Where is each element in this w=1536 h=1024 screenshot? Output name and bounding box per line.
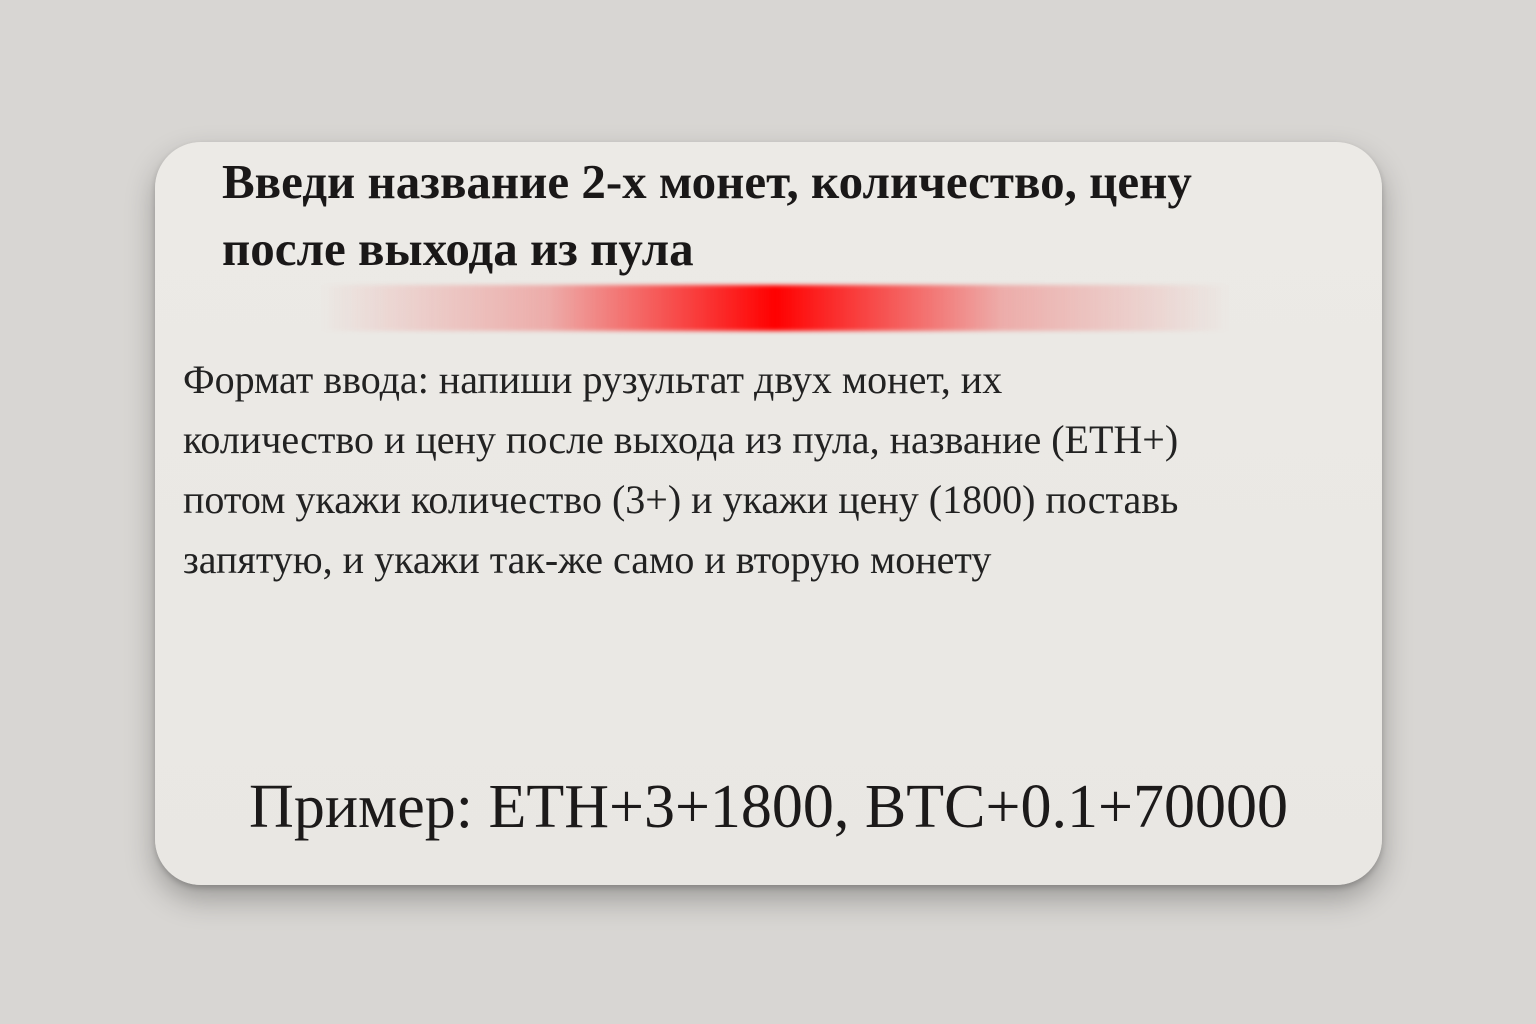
card-title: Введи название 2-х монет, количество, це… <box>222 148 1192 282</box>
title-line: после выхода из пула <box>222 221 694 276</box>
instruction-line: запятую, и укажи так-же само и вторую мо… <box>183 537 992 582</box>
format-instructions: Формат ввода: напиши рузультат двух моне… <box>183 350 1178 590</box>
instruction-line: потом укажи количество (3+) и укажи цену… <box>183 477 1179 522</box>
example-text: Пример: ETH+3+1800, BTC+0.1+70000 <box>249 773 1288 841</box>
red-accent-divider <box>320 285 1230 331</box>
instruction-line: количество и цену после выхода из пула, … <box>183 417 1179 462</box>
title-line: Введи название 2-х монет, количество, це… <box>222 154 1192 209</box>
instruction-line: Формат ввода: напиши рузультат двух моне… <box>183 357 1003 402</box>
instruction-card: Введи название 2-х монет, количество, це… <box>155 142 1382 885</box>
